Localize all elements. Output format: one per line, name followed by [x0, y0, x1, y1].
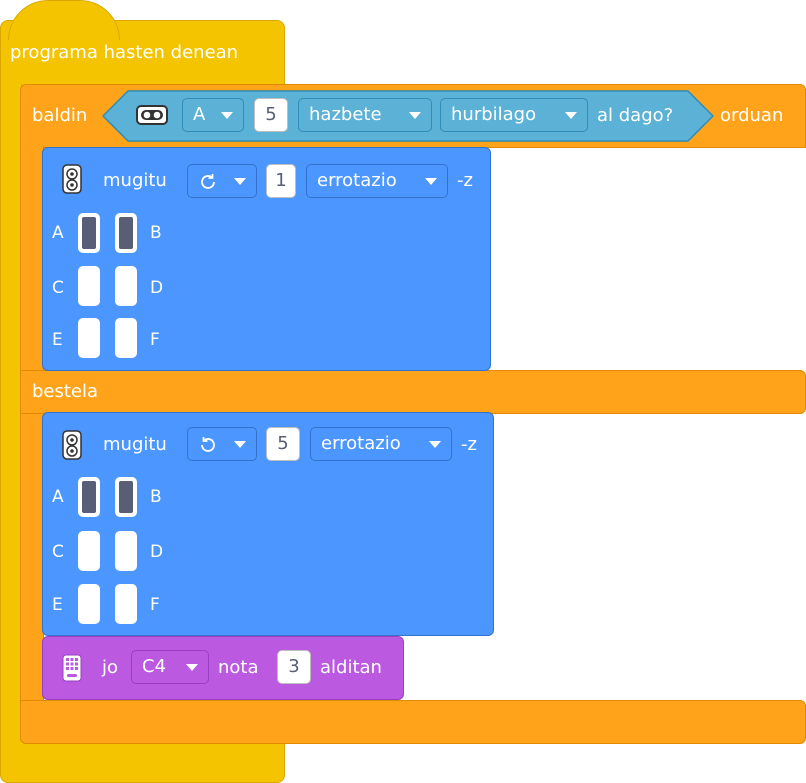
- distance-input[interactable]: 5: [254, 98, 288, 132]
- port-label-d: D: [150, 278, 164, 298]
- chevron-down-icon: [565, 112, 577, 119]
- motor-pair-icon: [62, 430, 82, 460]
- direction-dropdown[interactable]: [187, 427, 257, 461]
- move-label: mugitu: [103, 170, 167, 191]
- port-label-b: B: [150, 223, 162, 243]
- port-label-b: B: [150, 487, 162, 507]
- unit-suffix: -z: [461, 434, 477, 455]
- unit-suffix: -z: [457, 170, 473, 191]
- direction-dropdown[interactable]: [187, 164, 257, 198]
- chevron-down-icon: [186, 664, 198, 671]
- port-f-toggle[interactable]: [115, 584, 137, 624]
- distance-unit-value: hazbete: [309, 104, 382, 125]
- amount-input[interactable]: 5: [266, 427, 300, 461]
- if-else-block-middle: [20, 370, 806, 414]
- condition-suffix: al dago?: [597, 105, 674, 126]
- port-label-f: F: [150, 330, 160, 350]
- unit-value: errotazio: [321, 433, 401, 454]
- times-label: alditan: [320, 657, 382, 678]
- script-spine: [0, 84, 22, 744]
- if-label: baldin: [32, 105, 88, 126]
- distance-unit-dropdown[interactable]: hazbete: [298, 98, 432, 132]
- sensor-port-value: A: [193, 104, 206, 125]
- unit-dropdown[interactable]: errotazio: [310, 427, 452, 461]
- port-label-a: A: [52, 487, 64, 507]
- hub-speaker-icon: [62, 654, 82, 682]
- port-e-toggle[interactable]: [78, 584, 100, 624]
- port-d-toggle[interactable]: [115, 266, 137, 306]
- hat-label: programa hasten denean: [10, 42, 239, 63]
- chevron-down-icon: [425, 178, 437, 185]
- then-label: orduan: [720, 105, 784, 126]
- if-else-block-bottom: [20, 700, 806, 744]
- comparison-value: hurbilago: [451, 104, 537, 125]
- counterclockwise-icon: [201, 437, 215, 452]
- comparison-dropdown[interactable]: hurbilago: [440, 98, 588, 132]
- note-value: C4: [142, 656, 167, 677]
- port-e-toggle[interactable]: [78, 318, 100, 358]
- port-label-d: D: [150, 542, 164, 562]
- chevron-down-icon: [221, 112, 233, 119]
- distance-sensor-icon: [136, 105, 168, 125]
- port-label-c: C: [52, 542, 64, 562]
- port-a-toggle[interactable]: [78, 213, 100, 253]
- port-label-c: C: [52, 278, 64, 298]
- note-dropdown[interactable]: C4: [131, 650, 209, 684]
- unit-value: errotazio: [317, 170, 397, 191]
- chevron-down-icon: [429, 441, 441, 448]
- play-label: jo: [102, 657, 119, 678]
- sensor-port-dropdown[interactable]: A: [182, 98, 244, 132]
- hat-cap: [8, 0, 120, 40]
- else-label: bestela: [32, 381, 99, 402]
- motor-pair-icon: [62, 164, 82, 194]
- port-b-toggle[interactable]: [115, 477, 137, 517]
- port-c-toggle[interactable]: [78, 266, 100, 306]
- port-label-a: A: [52, 223, 64, 243]
- port-a-toggle[interactable]: [78, 477, 100, 517]
- port-d-toggle[interactable]: [115, 531, 137, 571]
- amount-input[interactable]: 1: [266, 164, 296, 198]
- port-f-toggle[interactable]: [115, 318, 137, 358]
- port-label-e: E: [52, 330, 63, 350]
- port-b-toggle[interactable]: [115, 213, 137, 253]
- script-end: [0, 740, 285, 783]
- chevron-down-icon: [409, 112, 421, 119]
- note-label: nota: [218, 657, 259, 678]
- move-label: mugitu: [103, 434, 167, 455]
- chevron-down-icon: [234, 441, 246, 448]
- chevron-down-icon: [234, 178, 246, 185]
- clockwise-icon: [201, 174, 215, 189]
- unit-dropdown[interactable]: errotazio: [306, 164, 448, 198]
- if-else-block-spine: [20, 146, 44, 706]
- port-label-e: E: [52, 595, 63, 615]
- port-c-toggle[interactable]: [78, 531, 100, 571]
- times-input[interactable]: 3: [277, 650, 311, 684]
- port-label-f: F: [150, 595, 160, 615]
